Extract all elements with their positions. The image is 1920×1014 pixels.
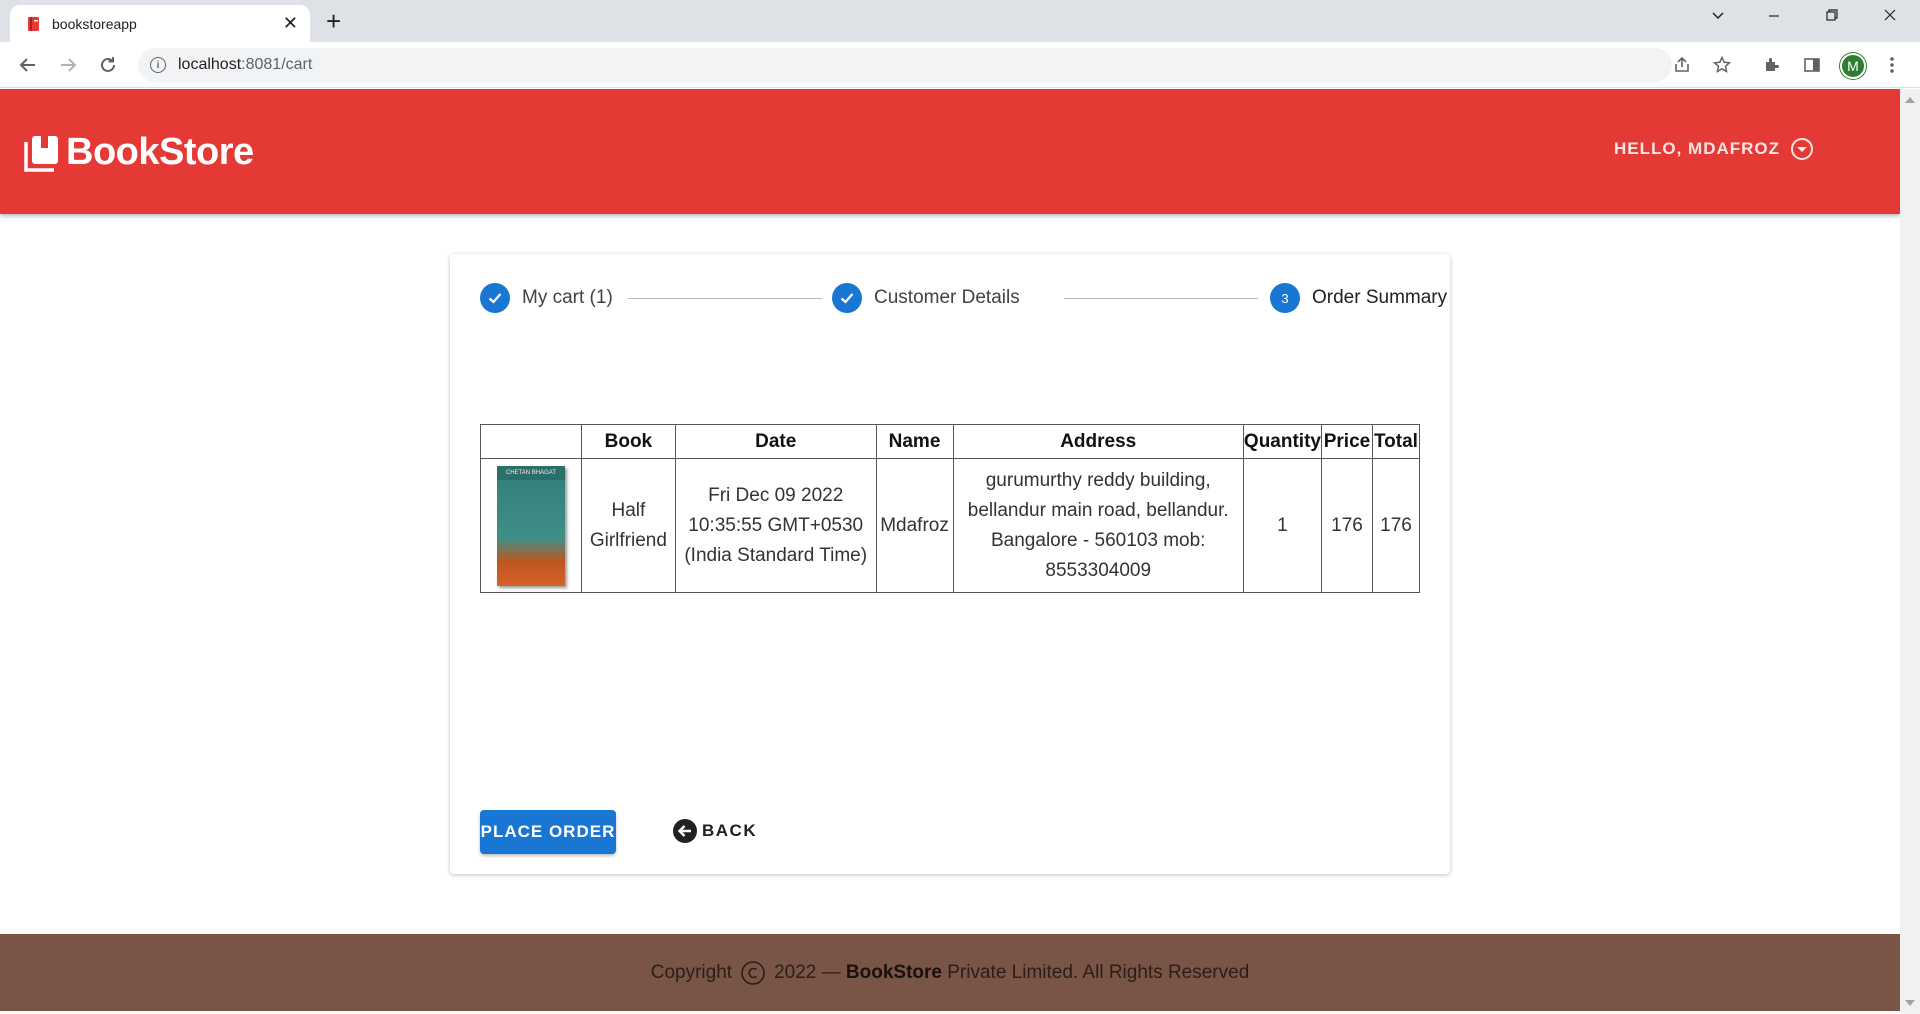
copyright-icon — [741, 960, 765, 985]
minimize-icon[interactable] — [1754, 6, 1794, 27]
col-header-address: Address — [952, 424, 1244, 459]
footer-rights: Private Limited. All Rights Reserved — [947, 961, 1250, 983]
brand-name: BookStore — [66, 131, 254, 173]
step-order-summary[interactable]: 3 Order Summary — [1270, 282, 1447, 314]
step-label: Order Summary — [1312, 287, 1448, 308]
step-customer-details[interactable]: Customer Details — [832, 282, 1020, 314]
back-label: BACK — [702, 821, 758, 840]
user-menu-button[interactable]: HELLO, MDAFROZ — [1614, 137, 1814, 161]
col-header-book: Book — [580, 424, 676, 459]
arrow-back-circle-icon — [673, 819, 697, 843]
restore-icon[interactable] — [1812, 6, 1852, 27]
app-header: BookStore HELLO, MDAFROZ — [0, 89, 1900, 214]
share-icon[interactable] — [1670, 53, 1694, 77]
tab-search-icon[interactable] — [1698, 6, 1738, 27]
quantity-cell: 1 — [1242, 458, 1322, 593]
address-cell: gurumurthy reddy building, bellandur mai… — [952, 458, 1244, 593]
page-footer: Copyright 2022 — BookStore Private Limit… — [0, 934, 1900, 1011]
bookmark-star-icon[interactable] — [1710, 53, 1734, 77]
footer-copyright-label: Copyright — [650, 961, 733, 983]
dropdown-circle-icon — [1791, 138, 1814, 160]
table-row: CHETAN BHAGAT Half Girlfriend Fri Dec 09… — [480, 458, 1421, 593]
browser-tab[interactable]: bookstoreapp ✕ — [10, 5, 310, 42]
customer-name-cell: Mdafroz — [875, 458, 954, 593]
more-menu-icon[interactable] — [1880, 53, 1904, 77]
back-arrow-icon[interactable] — [14, 51, 42, 79]
col-header-image — [480, 424, 582, 459]
footer-year: 2022 — — [774, 961, 841, 983]
address-bar[interactable]: i localhost:8081/cart — [138, 48, 1672, 82]
col-header-quantity: Quantity — [1242, 424, 1322, 459]
book-favicon-icon — [26, 16, 42, 32]
footer-brand: BookStore — [845, 961, 942, 983]
check-icon — [832, 283, 862, 313]
new-tab-icon[interactable]: + — [326, 8, 341, 34]
book-title-cell: Half Girlfriend — [580, 458, 676, 593]
step-connector — [1064, 298, 1258, 299]
reload-icon[interactable] — [94, 51, 122, 79]
site-info-icon[interactable]: i — [150, 57, 166, 73]
forward-arrow-icon[interactable] — [54, 51, 82, 79]
check-icon — [480, 283, 510, 313]
page-scrollbar[interactable] — [1900, 89, 1920, 1014]
step-my-cart[interactable]: My cart (1) — [480, 282, 613, 314]
tab-close-icon[interactable]: ✕ — [283, 13, 298, 34]
back-button[interactable]: BACK — [672, 818, 757, 844]
price-cell: 176 — [1320, 458, 1373, 593]
url-text: localhost:8081/cart — [178, 56, 313, 73]
order-summary-table: Book Date Name Address Quantity Price To… — [480, 424, 1421, 593]
browser-tab-bar: bookstoreapp ✕ + — [0, 0, 1920, 42]
scroll-up-icon[interactable] — [1905, 97, 1915, 103]
scroll-down-icon[interactable] — [1905, 1000, 1915, 1006]
table-header-row: Book Date Name Address Quantity Price To… — [480, 424, 1421, 459]
col-header-name: Name — [875, 424, 954, 459]
step-connector — [628, 298, 822, 299]
order-date-cell: Fri Dec 09 2022 10:35:55 GMT+0530 (India… — [674, 458, 877, 593]
tab-title: bookstoreapp — [52, 15, 137, 32]
cover-author: CHETAN BHAGAT — [496, 465, 565, 480]
step-label: My cart (1) — [522, 287, 613, 308]
step-label: Customer Details — [874, 287, 1020, 308]
profile-avatar[interactable]: M — [1840, 53, 1866, 79]
book-cover-cell: CHETAN BHAGAT — [480, 458, 582, 593]
col-header-total: Total — [1371, 424, 1421, 459]
user-greeting: HELLO, MDAFROZ — [1614, 139, 1781, 158]
checkout-stepper: My cart (1) Customer Details 3 Order Sum… — [480, 282, 1447, 314]
order-summary-card: My cart (1) Customer Details 3 Order Sum… — [450, 254, 1450, 874]
browser-toolbar: i localhost:8081/cart M — [0, 42, 1920, 88]
col-header-date: Date — [674, 424, 877, 459]
library-books-icon — [24, 135, 58, 172]
extensions-icon[interactable] — [1760, 53, 1784, 77]
total-cell: 176 — [1371, 458, 1421, 593]
close-window-icon[interactable] — [1870, 6, 1910, 27]
step-number: 3 — [1270, 283, 1300, 313]
col-header-price: Price — [1320, 424, 1373, 459]
place-order-button[interactable]: PLACE ORDER — [480, 810, 616, 854]
side-panel-icon[interactable] — [1800, 53, 1824, 77]
book-cover-image: CHETAN BHAGAT — [496, 465, 565, 586]
brand-logo[interactable]: BookStore — [24, 131, 254, 174]
